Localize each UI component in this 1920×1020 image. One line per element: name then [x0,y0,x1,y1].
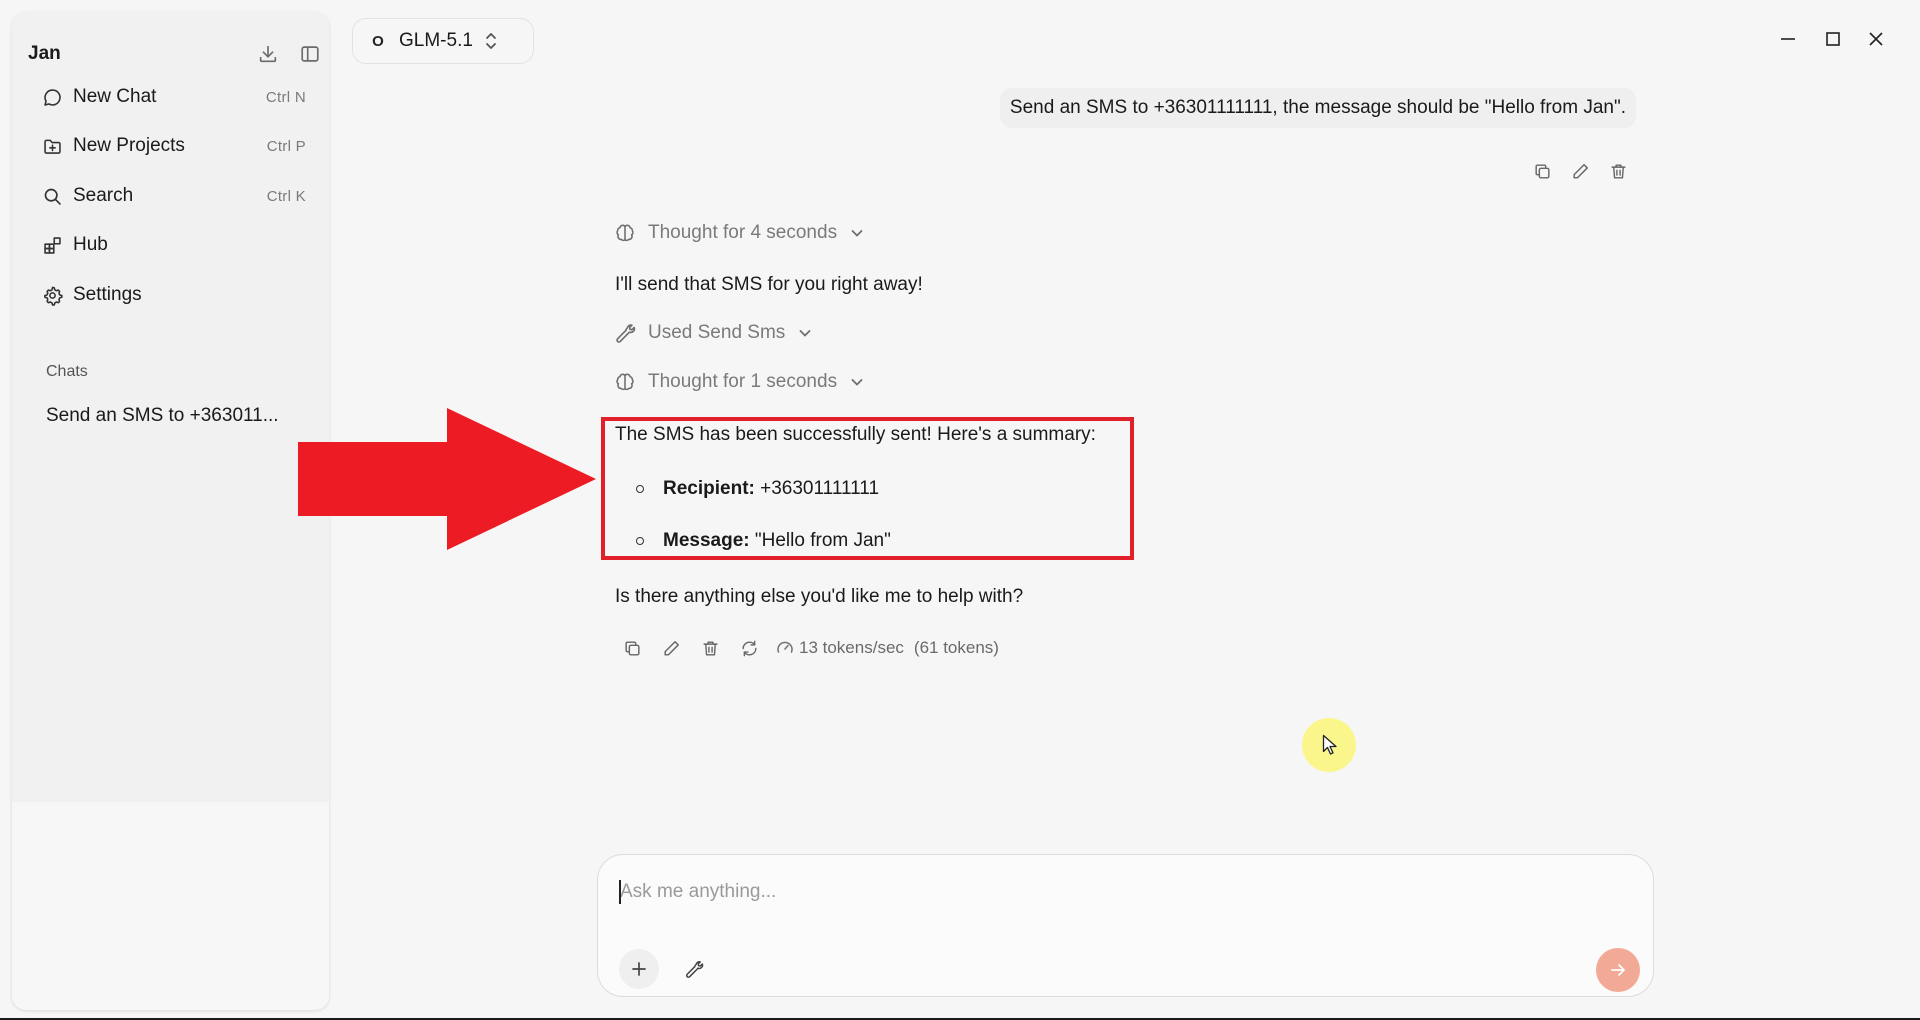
chat-bubble-icon [40,85,64,109]
brain-icon [614,222,636,244]
thought-toggle[interactable]: Thought for 4 seconds [614,218,865,248]
chat-composer [597,854,1654,997]
edit-icon[interactable] [660,637,682,659]
chevron-down-icon [851,379,863,386]
summary-bullet: Message: "Hello from Jan" [663,530,891,552]
chat-list-item[interactable]: Send an SMS to +363011... [46,405,279,427]
sidebar-item-hub[interactable]: Hub [26,225,318,265]
user-message-actions [1531,160,1629,182]
token-stats: 13 tokens/sec (61 tokens) [775,638,999,658]
minimize-icon [1781,38,1795,40]
sidebar: Jan New Chat Ctrl N New Projects Ctrl P [12,12,329,1010]
sidebar-item-label: New Chat [73,86,157,107]
gauge-icon [777,641,793,653]
sidebar-header: Jan [28,40,319,68]
gear-icon [40,283,64,307]
thought-label: Thought for 4 seconds [648,222,838,243]
wrench-icon [686,961,704,978]
copy-icon[interactable] [1531,160,1553,182]
download-icon[interactable] [254,40,282,68]
trash-icon[interactable] [699,637,721,659]
sidebar-item-new-chat[interactable]: New Chat Ctrl N [26,77,318,117]
summary-line: The SMS has been successfully sent! Here… [615,424,1096,445]
maximize-button[interactable] [1816,22,1850,56]
sidebar-footer-area [12,802,329,1010]
summary-bullet: Recipient: +36301111111 [663,478,879,500]
shortcut-hint: Ctrl P [266,137,306,155]
mouse-cursor-icon [1322,734,1337,755]
bullet-value: "Hello from Jan" [749,530,891,551]
sidebar-item-label: Settings [73,284,142,305]
edit-icon[interactable] [1569,160,1591,182]
token-count: (61 tokens) [913,638,999,657]
bullet-icon [636,537,644,545]
chevron-down-icon [799,330,811,337]
chats-heading: Chats [46,363,88,380]
regenerate-icon[interactable] [738,637,760,659]
minimize-button[interactable] [1771,22,1805,56]
shortcut-hint: Ctrl K [266,187,306,205]
bullet-label: Recipient: [663,478,755,499]
assistant-message-actions [621,637,760,659]
chevron-up-down-icon [486,33,496,49]
model-logo-icon: O [372,32,384,50]
user-message: Send an SMS to +36301111111, the message… [999,88,1636,128]
app-window: Jan New Chat Ctrl N New Projects Ctrl P [0,0,1920,1020]
search-icon [40,184,64,208]
trash-icon[interactable] [1607,160,1629,182]
model-selector[interactable]: O GLM-5.1 [352,18,534,64]
send-button[interactable] [1596,948,1640,992]
plus-icon [632,962,646,976]
tool-call-toggle[interactable]: Used Send Sms [614,318,813,348]
copy-icon[interactable] [621,637,643,659]
maximize-icon [1826,32,1840,46]
add-attachment-button[interactable] [619,949,659,989]
sidebar-item-label: Hub [73,234,108,255]
tools-button[interactable] [674,949,714,989]
text-caret [619,880,621,904]
brain-icon [614,371,636,393]
chevron-down-icon [851,230,863,237]
bullet-icon [636,485,644,493]
chat-input[interactable] [620,877,1600,907]
sidebar-item-label: New Projects [73,135,185,156]
assistant-followup: Is there anything else you'd like me to … [615,586,1024,607]
folder-plus-icon [40,134,64,158]
assistant-intro: I'll send that SMS for you right away! [615,274,923,295]
model-name: GLM-5.1 [399,30,473,51]
app-name: Jan [28,43,61,64]
annotation-arrow-icon [298,408,596,550]
wrench-icon [614,322,636,344]
token-speed: 13 tokens/sec [799,638,904,657]
bullet-value: +36301111111 [754,478,880,499]
shortcut-hint: Ctrl N [265,88,306,106]
tool-call-label: Used Send Sms [648,322,786,343]
thought-label: Thought for 1 seconds [648,371,838,392]
close-button[interactable] [1859,22,1893,56]
bullet-label: Message: [663,530,750,551]
thought-toggle[interactable]: Thought for 1 seconds [614,367,865,397]
blocks-icon [40,233,64,257]
sidebar-item-new-projects[interactable]: New Projects Ctrl P [26,126,318,166]
sidebar-item-settings[interactable]: Settings [26,275,318,315]
close-icon [1869,32,1883,46]
sidebar-item-label: Search [73,185,134,206]
arrow-right-icon [1611,964,1625,976]
sidebar-item-search[interactable]: Search Ctrl K [26,176,318,216]
sidebar-toggle-icon[interactable] [296,40,324,68]
